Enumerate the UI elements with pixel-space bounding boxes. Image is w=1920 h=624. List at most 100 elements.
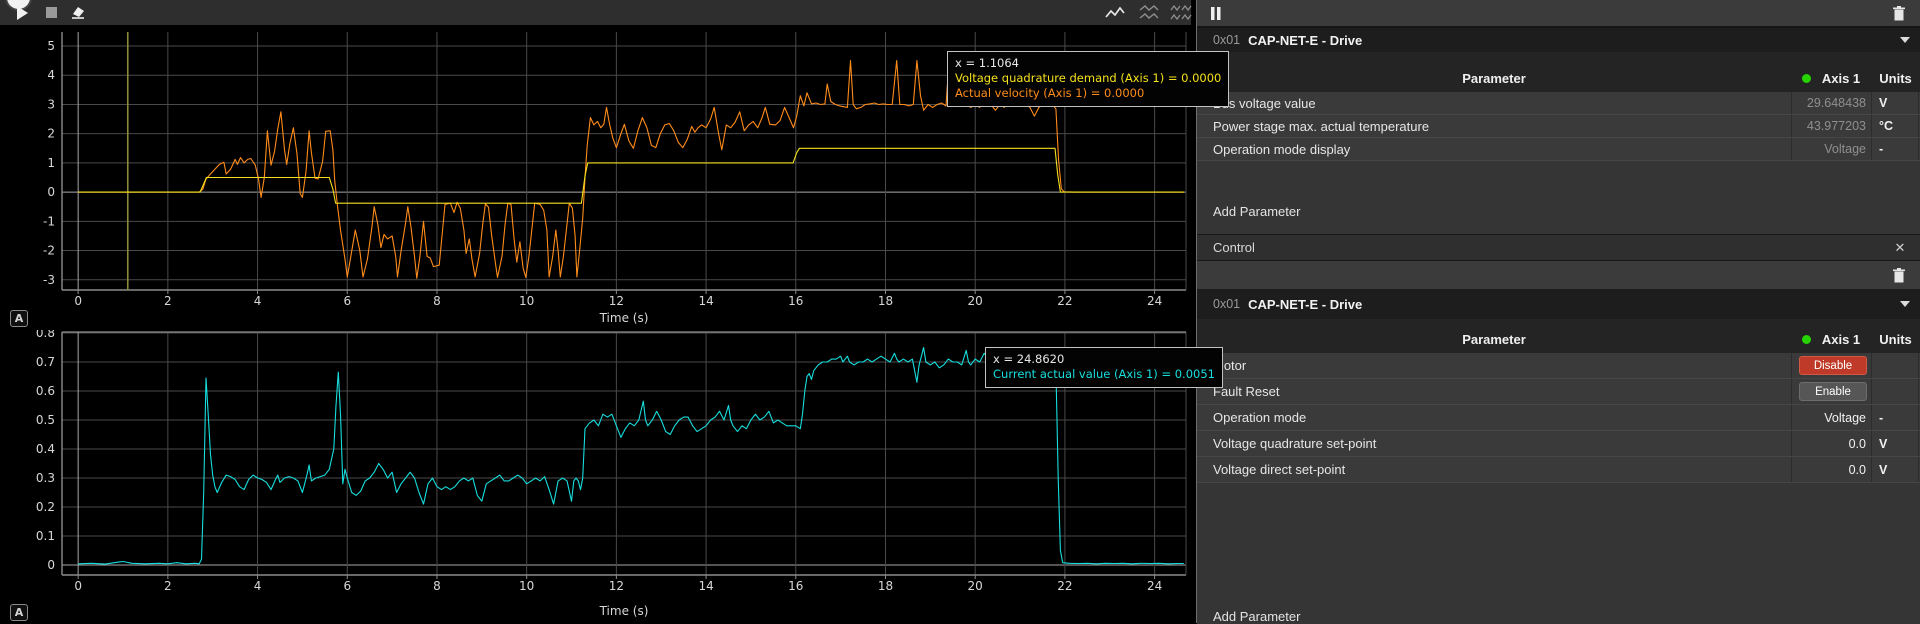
parameter-unit: [1871, 379, 1919, 404]
watch-section-body: Add Parameter: [1197, 161, 1920, 234]
svg-text:6: 6: [343, 294, 351, 308]
parameter-table-header: Parameter Axis 1 Units: [1197, 52, 1920, 92]
autoscale-button-top[interactable]: A: [10, 310, 28, 327]
svg-text:4: 4: [47, 68, 55, 82]
parameter-unit: °C: [1871, 115, 1919, 137]
svg-text:5: 5: [47, 39, 55, 53]
column-units: Units: [1871, 71, 1920, 92]
parameter-name: Motor: [1197, 353, 1791, 378]
svg-text:2: 2: [47, 127, 55, 141]
parameter-value: Voltage: [1791, 138, 1871, 160]
tooltip-x-value: x = 24.8620: [993, 352, 1215, 367]
axis-status-dot: [1802, 74, 1811, 83]
column-axis-label: Axis 1: [1822, 332, 1860, 347]
svg-text:0: 0: [74, 579, 82, 593]
control-section-body: Add Parameter: [1197, 483, 1920, 624]
pause-icon[interactable]: [1207, 0, 1225, 26]
tooltip-actual-velocity: Actual velocity (Axis 1) = 0.0000: [955, 86, 1221, 101]
svg-text:-1: -1: [43, 214, 55, 228]
bottom-chart-tooltip: x = 24.8620 Current actual value (Axis 1…: [985, 347, 1223, 388]
parameter-name: Fault Reset: [1197, 379, 1791, 404]
drive-header[interactable]: 0x01 CAP-NET-E - Drive: [1197, 28, 1920, 52]
svg-text:4: 4: [254, 294, 262, 308]
svg-text:0.7: 0.7: [36, 355, 55, 369]
top-chart-tooltip: x = 1.1064 Voltage quadrature demand (Ax…: [947, 51, 1229, 107]
erase-icon[interactable]: [66, 0, 88, 25]
table-row: Voltage direct set-point 0.0 V: [1197, 457, 1920, 483]
column-parameter: Parameter: [1197, 71, 1791, 92]
voltage-direct-setpoint-field[interactable]: 0.0: [1791, 457, 1871, 482]
parameter-value: 43.977203: [1791, 115, 1871, 137]
svg-text:0.1: 0.1: [36, 529, 55, 543]
svg-text:Time (s): Time (s): [599, 311, 649, 325]
play-icon[interactable]: [12, 0, 32, 25]
control-bar-title: Control: [1213, 240, 1255, 255]
parameter-name: Operation mode: [1197, 405, 1791, 430]
quad-scope-layout-icon[interactable]: [1168, 0, 1194, 25]
table-row: Fault Reset Enable: [1197, 379, 1920, 405]
table-row: Operation mode Voltage -: [1197, 405, 1920, 431]
device-address: 0x01: [1213, 297, 1240, 311]
table-row: Operation mode display Voltage -: [1197, 138, 1920, 161]
parameter-name: Operation mode display: [1197, 138, 1791, 160]
svg-text:14: 14: [698, 579, 713, 593]
table-row: Voltage quadrature set-point 0.0 V: [1197, 431, 1920, 457]
svg-text:-2: -2: [43, 244, 55, 258]
parameter-name: Power stage max. actual temperature: [1197, 115, 1791, 137]
scope-area: -3-2-1012345024681012141618202224Time (s…: [0, 0, 1191, 623]
watch-toolbar: [1197, 0, 1920, 28]
fault-reset-enable-button[interactable]: Enable: [1799, 382, 1867, 401]
table-row: Motor Disable: [1197, 353, 1920, 379]
operation-mode-select[interactable]: Voltage: [1791, 405, 1871, 430]
svg-text:18: 18: [878, 579, 893, 593]
autoscale-button-bottom[interactable]: A: [10, 604, 28, 621]
svg-text:8: 8: [433, 294, 441, 308]
svg-text:1: 1: [47, 156, 55, 170]
column-axis-label: Axis 1: [1822, 71, 1860, 86]
svg-text:0: 0: [74, 294, 82, 308]
drive-header[interactable]: 0x01 CAP-NET-E - Drive: [1197, 289, 1920, 319]
column-parameter: Parameter: [1197, 332, 1791, 353]
parameter-unit: -: [1871, 138, 1919, 160]
control-bar: Control ✕: [1197, 234, 1920, 261]
svg-text:0: 0: [47, 185, 55, 199]
stop-icon[interactable]: [41, 0, 61, 25]
svg-text:-3: -3: [43, 273, 55, 287]
axis-status-dot: [1802, 335, 1811, 344]
device-name: CAP-NET-E - Drive: [1248, 33, 1362, 48]
add-parameter-button[interactable]: Add Parameter: [1213, 609, 1300, 624]
trash-icon[interactable]: [1889, 261, 1909, 289]
svg-text:Time (s): Time (s): [599, 604, 649, 618]
chevron-down-icon[interactable]: [1900, 301, 1910, 307]
svg-text:10: 10: [519, 294, 534, 308]
parameter-unit: V: [1871, 457, 1919, 482]
device-name: CAP-NET-E - Drive: [1248, 297, 1362, 312]
svg-text:22: 22: [1057, 294, 1072, 308]
parameter-unit: -: [1871, 405, 1919, 430]
chevron-down-icon[interactable]: [1900, 37, 1910, 43]
motor-disable-button[interactable]: Disable: [1799, 356, 1867, 375]
single-scope-layout-icon[interactable]: [1102, 0, 1128, 25]
svg-text:22: 22: [1057, 579, 1072, 593]
parameter-name: Bus voltage value: [1197, 92, 1791, 114]
svg-text:2: 2: [164, 579, 172, 593]
column-axis: Axis 1: [1791, 71, 1871, 92]
control-toolbar: [1197, 261, 1920, 289]
svg-text:8: 8: [433, 579, 441, 593]
parameter-name: Voltage quadrature set-point: [1197, 431, 1791, 456]
parameter-value: 29.648438: [1791, 92, 1871, 114]
dual-scope-layout-icon[interactable]: [1136, 0, 1162, 25]
parameter-panel: 0x01 CAP-NET-E - Drive Parameter Axis 1 …: [1196, 0, 1920, 623]
svg-text:20: 20: [968, 579, 983, 593]
tooltip-voltage-demand: Voltage quadrature demand (Axis 1) = 0.0…: [955, 71, 1221, 86]
parameter-unit: [1871, 353, 1919, 378]
trash-icon[interactable]: [1889, 0, 1909, 26]
close-icon[interactable]: ✕: [1892, 240, 1908, 256]
drive-scope-app: { "accent_colors": { "voltage_demand": "…: [0, 0, 1920, 623]
voltage-quadrature-setpoint-field[interactable]: 0.0: [1791, 431, 1871, 456]
add-parameter-button[interactable]: Add Parameter: [1213, 204, 1300, 219]
svg-text:16: 16: [788, 294, 803, 308]
svg-text:0.4: 0.4: [36, 442, 55, 456]
parameter-table-header: Parameter Axis 1 Units: [1197, 319, 1920, 353]
svg-text:10: 10: [519, 579, 534, 593]
